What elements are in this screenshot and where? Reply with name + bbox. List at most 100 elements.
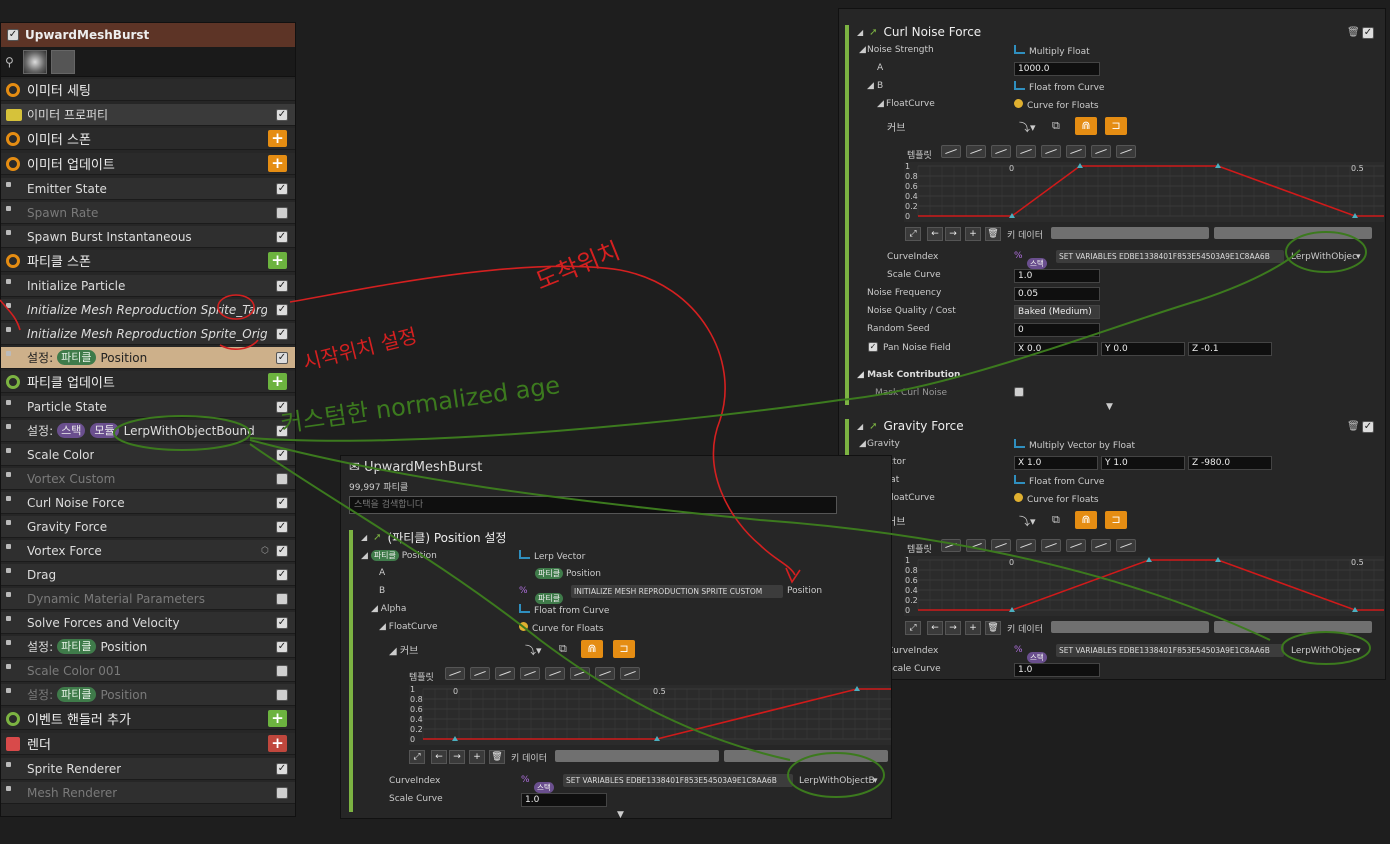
module-enable-checkbox[interactable]: ✓ bbox=[276, 545, 288, 557]
stack-module-row[interactable]: Drag ✓ bbox=[1, 564, 295, 586]
stack-module-row[interactable]: Particle State ✓ bbox=[1, 396, 295, 418]
curveindex-value[interactable]: LerpWithObjec bbox=[1291, 252, 1357, 262]
stack-module-row[interactable]: Initialize Particle ✓ bbox=[1, 275, 295, 297]
stack-section-header[interactable]: 이벤트 핸들러 추가 + bbox=[1, 708, 295, 730]
module-enable-checkbox[interactable]: ✓ bbox=[276, 449, 288, 461]
curve-template-button[interactable] bbox=[495, 667, 515, 680]
add-key-icon[interactable]: + bbox=[469, 750, 485, 764]
curve-template-button[interactable] bbox=[1066, 145, 1086, 158]
stack-section-header[interactable]: 렌더 + bbox=[1, 733, 295, 755]
key-value-field[interactable] bbox=[1214, 621, 1372, 633]
gravity-header[interactable]: ◢ ➚ Gravity Force bbox=[857, 417, 964, 435]
curve-template-button[interactable] bbox=[941, 539, 961, 552]
b-arrow-icon[interactable]: ◢ bbox=[867, 81, 874, 91]
stack-search-input[interactable]: 스택을 검색합니다 bbox=[349, 496, 837, 514]
magnet-button[interactable]: ⋒ bbox=[1075, 117, 1097, 135]
add-module-button[interactable]: + bbox=[268, 735, 287, 752]
a-value-input[interactable]: 1000.0 bbox=[1014, 62, 1100, 76]
emitter-title-bar[interactable]: ✓ UpwardMeshBurst bbox=[1, 23, 295, 47]
curveindex-value[interactable]: LerpWithObjec bbox=[1291, 646, 1357, 656]
gravity-arrow-icon[interactable]: ◢ bbox=[859, 439, 866, 449]
add-module-button[interactable]: + bbox=[268, 155, 287, 172]
stack-module-row[interactable]: Sprite Renderer ✓ bbox=[1, 758, 295, 780]
multiply-vector-dropdown[interactable]: Multiply Vector by Float bbox=[1014, 439, 1135, 451]
noise-quality-select[interactable]: Baked (Medium) bbox=[1014, 305, 1100, 319]
module-enable-checkbox[interactable] bbox=[276, 473, 288, 485]
add-module-button[interactable]: + bbox=[268, 373, 287, 390]
add-module-button[interactable]: + bbox=[268, 130, 287, 147]
float-from-curve-dropdown[interactable]: Float from Curve bbox=[519, 604, 609, 616]
module-enable-checkbox[interactable]: ✓ bbox=[276, 183, 288, 195]
trash-icon[interactable]: 🗑 bbox=[1347, 27, 1360, 38]
position-row[interactable]: ◢ 파티클 Position bbox=[361, 550, 437, 561]
gravity-curve-graph[interactable]: 10.80.60.40.200 0.5 bbox=[904, 556, 1384, 616]
scale-curve-input[interactable]: 1.0 bbox=[1014, 269, 1100, 283]
thumbnail-preview[interactable] bbox=[23, 49, 47, 74]
fit-icon[interactable]: ⤢ bbox=[905, 621, 921, 635]
module-enable-checkbox[interactable]: ✓ bbox=[276, 521, 288, 533]
stack-module-row[interactable]: Curl Noise Force ✓ bbox=[1, 492, 295, 514]
delete-key-icon[interactable]: 🗑 bbox=[985, 621, 1001, 635]
module-enable-checkbox[interactable]: ✓ bbox=[276, 401, 288, 413]
dropdown-arrow-icon[interactable]: ▾ bbox=[873, 776, 878, 786]
module-enable-checkbox[interactable]: ✓ bbox=[276, 425, 288, 437]
noise-frequency-input[interactable]: 0.05 bbox=[1014, 287, 1100, 301]
curve-template-button[interactable] bbox=[1016, 539, 1036, 552]
curve-template-button[interactable] bbox=[1041, 145, 1061, 158]
float-from-curve-dropdown[interactable]: Float from Curve bbox=[1014, 475, 1104, 487]
module-enable-checkbox[interactable] bbox=[276, 665, 288, 677]
curveindex-value[interactable]: LerpWithObjectB bbox=[799, 776, 875, 786]
curve-template-button[interactable] bbox=[520, 667, 540, 680]
curl-curve-graph[interactable]: 10.80.60.40.200 0.5 bbox=[904, 162, 1384, 222]
next-key-icon[interactable]: → bbox=[945, 621, 961, 635]
stack-module-row[interactable]: 설정: 파티클 Position ✓ bbox=[1, 636, 295, 658]
module-enable-checkbox[interactable]: ✓ bbox=[276, 231, 288, 243]
prev-key-icon[interactable]: ← bbox=[927, 621, 943, 635]
stack-module-row[interactable]: Vortex Force ✓ ⬡ bbox=[1, 540, 295, 562]
next-key-icon[interactable]: → bbox=[945, 227, 961, 241]
curve-for-floats-dropdown[interactable]: Curve for Floats bbox=[519, 622, 604, 634]
stack-module-row[interactable]: 이미터 프로퍼티 ✓ bbox=[1, 104, 295, 126]
pan-x-input[interactable]: X 0.0 bbox=[1014, 342, 1098, 356]
stack-module-row[interactable]: Scale Color 001 bbox=[1, 660, 295, 682]
collapse-arrow-icon[interactable]: ◢ bbox=[857, 422, 863, 431]
multiply-float-dropdown[interactable]: Multiply Float bbox=[1014, 45, 1090, 57]
curl-enable-checkbox[interactable]: ✓ bbox=[1362, 27, 1374, 39]
curve-template-button[interactable] bbox=[991, 145, 1011, 158]
expand-down-icon[interactable]: ▼ bbox=[1106, 402, 1113, 412]
module-enable-checkbox[interactable] bbox=[276, 593, 288, 605]
curve-tangent-icon[interactable]: ⤵▾ bbox=[1019, 119, 1036, 135]
snap-button[interactable]: ⊐ bbox=[1105, 117, 1127, 135]
curve-template-button[interactable] bbox=[1066, 539, 1086, 552]
stack-module-row[interactable]: Mesh Renderer bbox=[1, 782, 295, 804]
stack-section-header[interactable]: 파티클 스폰 + bbox=[1, 250, 295, 272]
module-enable-checkbox[interactable]: ✓ bbox=[276, 641, 288, 653]
module-enable-checkbox[interactable]: ✓ bbox=[276, 304, 288, 316]
curve-tangent-icon[interactable]: ⤵▾ bbox=[1019, 513, 1036, 529]
key-time-field[interactable] bbox=[1051, 227, 1209, 239]
vector-x-input[interactable]: X 1.0 bbox=[1014, 456, 1098, 470]
curve-template-button[interactable] bbox=[1091, 145, 1111, 158]
pan-z-input[interactable]: Z -0.1 bbox=[1188, 342, 1272, 356]
add-module-button[interactable]: + bbox=[268, 710, 287, 727]
curve-template-button[interactable] bbox=[620, 667, 640, 680]
module-enable-checkbox[interactable]: ✓ bbox=[276, 109, 288, 121]
module-enable-checkbox[interactable]: ✓ bbox=[276, 280, 288, 292]
module-enable-checkbox[interactable]: ✓ bbox=[276, 569, 288, 581]
stack-module-row[interactable]: Emitter State ✓ bbox=[1, 178, 295, 200]
stack-module-row[interactable]: Initialize Mesh Reproduction Sprite_Orig… bbox=[1, 323, 295, 345]
emitter-enable-checkbox[interactable]: ✓ bbox=[7, 29, 19, 41]
curve-template-button[interactable] bbox=[445, 667, 465, 680]
dropdown-arrow-icon[interactable]: ▾ bbox=[1356, 252, 1361, 262]
key-value-field[interactable] bbox=[1214, 227, 1372, 239]
scale-curve-input[interactable]: 1.0 bbox=[1014, 663, 1100, 677]
curve-for-floats-dropdown[interactable]: Curve for Floats bbox=[1014, 99, 1099, 111]
module-enable-checkbox[interactable]: ✓ bbox=[276, 352, 288, 364]
stack-module-row[interactable]: Scale Color ✓ bbox=[1, 444, 295, 466]
fit-icon[interactable]: ⤢ bbox=[905, 227, 921, 241]
stack-module-row[interactable]: Solve Forces and Velocity ✓ bbox=[1, 612, 295, 634]
b-value[interactable]: Position bbox=[787, 586, 822, 596]
module-enable-checkbox[interactable]: ✓ bbox=[276, 763, 288, 775]
stack-section-header[interactable]: 이미터 업데이트 + bbox=[1, 153, 295, 175]
lerp-vector-dropdown[interactable]: Lerp Vector bbox=[519, 550, 585, 562]
